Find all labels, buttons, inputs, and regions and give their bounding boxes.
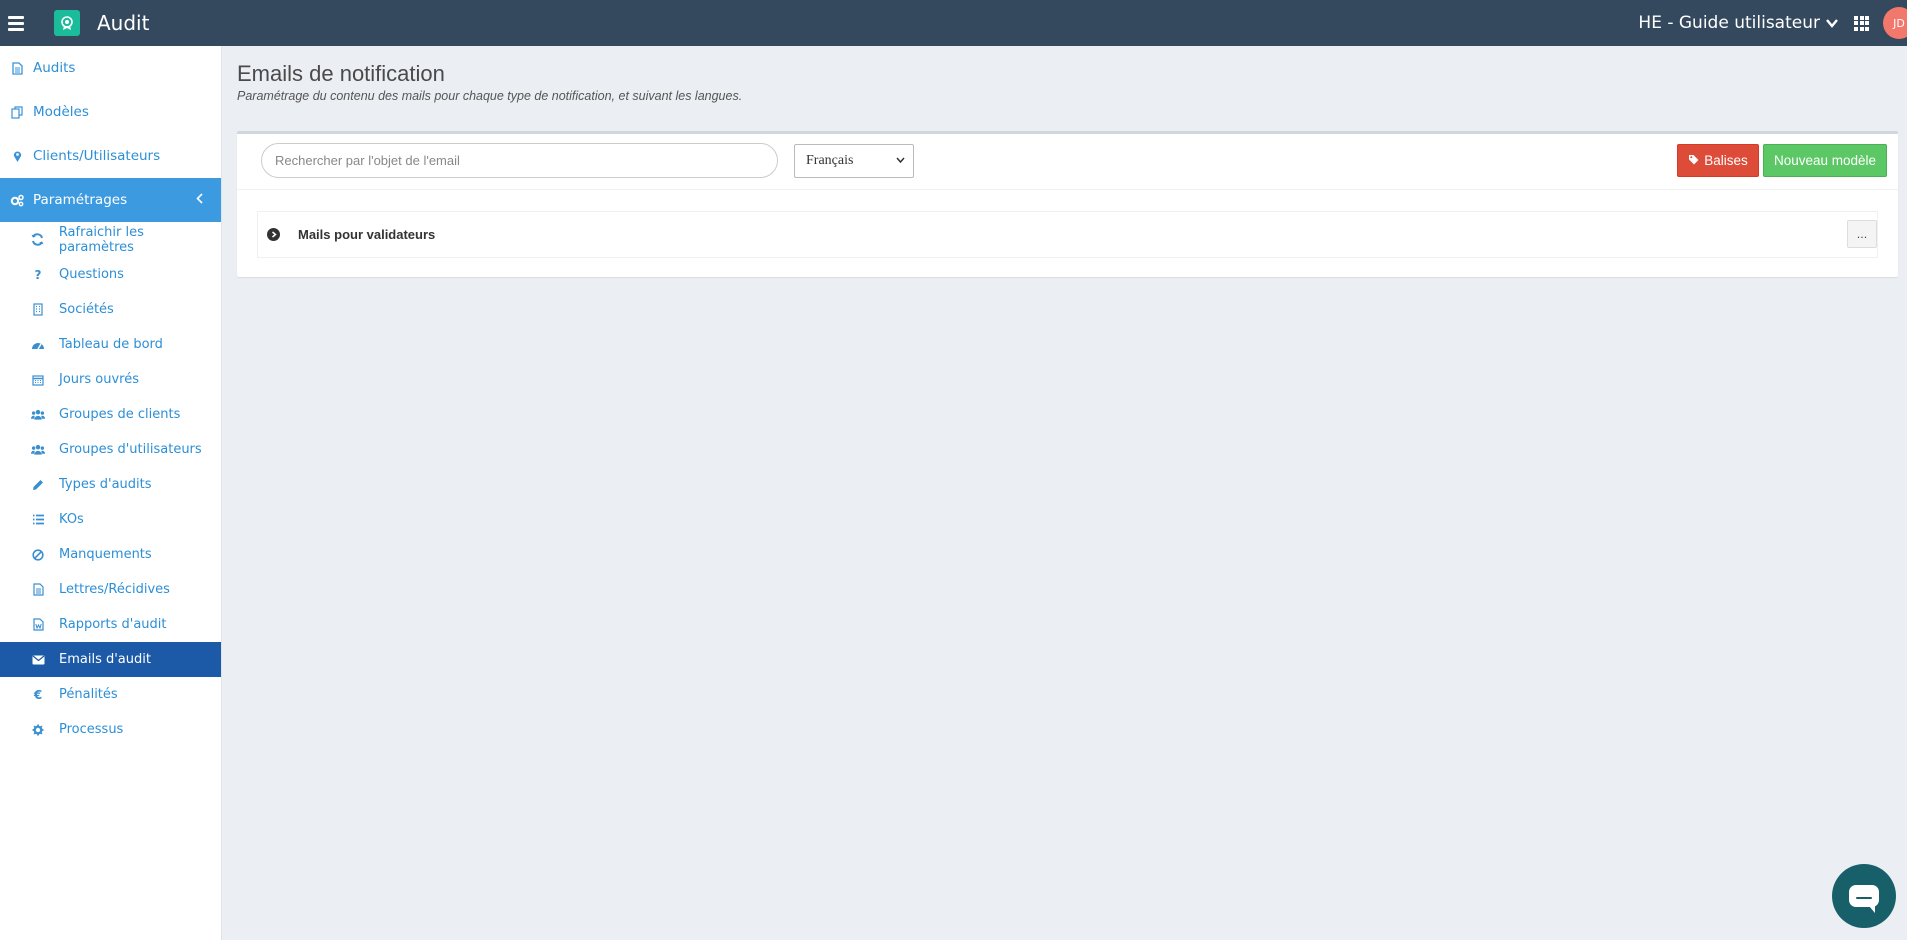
gear-icon [31,723,45,737]
file-text-icon [31,583,45,597]
sidebar-subitem-lettres[interactable]: Lettres/Récidives [0,572,221,607]
sidebar-subitem-emails[interactable]: Emails d'audit [0,642,221,677]
new-model-button[interactable]: Nouveau modèle [1763,144,1887,177]
map-marker-icon [10,149,24,163]
panel-toolbar: Français Balises Nouveau modèle [237,134,1898,190]
sidebar-subitem-jours[interactable]: Jours ouvrés [0,362,221,397]
sidebar-subitem-kos[interactable]: KOs [0,502,221,537]
copy-icon [10,105,24,119]
cogs-icon [10,193,24,207]
sidebar-item-label: Modèles [33,104,89,120]
building-icon [31,303,45,317]
sidebar-item-clients[interactable]: Clients/Utilisateurs [0,134,221,178]
question-icon: ? [34,267,42,282]
ban-icon [31,548,45,562]
org-selector-label: HE - Guide utilisateur [1638,13,1820,33]
menu-toggle-icon[interactable] [0,0,32,46]
sidebar-subitem-label: KOs [59,512,84,527]
tag-icon [1688,154,1699,168]
envelope-icon [31,653,45,667]
chevron-circle-right-icon[interactable] [267,228,280,241]
apps-grid-icon[interactable] [1854,15,1869,31]
sidebar-subitem-label: Tableau de bord [59,337,163,352]
sidebar-subitem-refresh[interactable]: Rafraichir les paramètres [0,222,221,257]
sidebar-subitem-groupes-clients[interactable]: Groupes de clients [0,397,221,432]
avatar[interactable]: JD [1883,7,1907,39]
sidebar-item-label: Paramétrages [33,192,128,208]
top-bar: Audit HE - Guide utilisateur JD [0,0,1907,46]
sidebar-subitem-types-audits[interactable]: Types d'audits [0,467,221,502]
chat-bubble-icon [1849,885,1879,913]
sidebar-subitem-label: Questions [59,267,124,282]
sidebar-item-parametrages[interactable]: Paramétrages [0,178,221,222]
sidebar-subitem-label: Groupes d'utilisateurs [59,442,202,457]
app-logo-icon [54,10,80,36]
chat-button[interactable] [1832,864,1896,928]
sidebar-subitem-penalites[interactable]: € Pénalités [0,677,221,712]
chevron-left-icon [196,192,203,208]
group-label: Mails pour validateurs [298,227,436,242]
page-subtitle: Paramétrage du contenu des mails pour ch… [237,89,743,103]
balises-button[interactable]: Balises [1677,144,1759,177]
dashboard-icon [31,338,45,352]
sidebar-subitem-rapports[interactable]: Rapports d'audit [0,607,221,642]
sidebar-subitem-manquements[interactable]: Manquements [0,537,221,572]
chevron-down-icon [896,155,905,166]
sidebar-subitem-dashboard[interactable]: Tableau de bord [0,327,221,362]
sidebar-subitem-questions[interactable]: ? Questions [0,257,221,292]
sidebar-subitem-label: Pénalités [59,687,118,702]
chevron-down-icon [1826,18,1838,28]
sidebar-subitem-label: Rapports d'audit [59,617,167,632]
sidebar-item-audits[interactable]: Audits [0,46,221,90]
emails-panel: Français Balises Nouveau modèle Mails po… [237,131,1898,277]
sidebar-subitem-label: Jours ouvrés [59,372,139,387]
sidebar-item-label: Clients/Utilisateurs [33,148,161,164]
sidebar-item-modeles[interactable]: Modèles [0,90,221,134]
language-select[interactable]: Français [794,144,914,178]
sidebar-subitem-processus[interactable]: Processus [0,712,221,747]
euro-icon: € [33,687,43,702]
sidebar-subitem-label: Types d'audits [59,477,152,492]
users-icon [31,443,45,457]
calendar-icon [31,373,45,387]
more-options-button[interactable]: ... [1847,220,1877,248]
language-select-value: Français [806,153,854,168]
org-selector[interactable]: HE - Guide utilisateur [1638,13,1838,33]
sidebar-subitem-label: Groupes de clients [59,407,181,422]
sidebar-subitem-label: Processus [59,722,124,737]
users-icon [31,408,45,422]
file-word-icon [31,618,45,632]
pencil-icon [31,478,45,492]
file-icon [10,61,24,75]
search-input[interactable] [261,143,778,178]
refresh-icon [31,233,45,247]
sidebar-subitem-label: Sociétés [59,302,114,317]
sidebar-subitem-groupes-utilisateurs[interactable]: Groupes d'utilisateurs [0,432,221,467]
app-title: Audit [97,11,150,35]
sidebar: Audits Modèles Clients/Utilisateurs Para… [0,46,222,940]
sidebar-subitem-label: Rafraichir les paramètres [58,224,144,255]
page-title: Emails de notification [237,61,445,86]
sidebar-subitem-label: Emails d'audit [59,652,151,667]
sidebar-subitem-label: Manquements [59,547,152,562]
balises-label: Balises [1704,153,1748,168]
list-icon [31,513,45,527]
sidebar-subitem-societes[interactable]: Sociétés [0,292,221,327]
list-item[interactable]: Mails pour validateurs ... [257,211,1878,258]
sidebar-item-label: Audits [33,60,76,76]
main-content: Emails de notification Paramétrage du co… [222,46,1907,940]
sidebar-subitem-label: Lettres/Récidives [59,582,170,597]
